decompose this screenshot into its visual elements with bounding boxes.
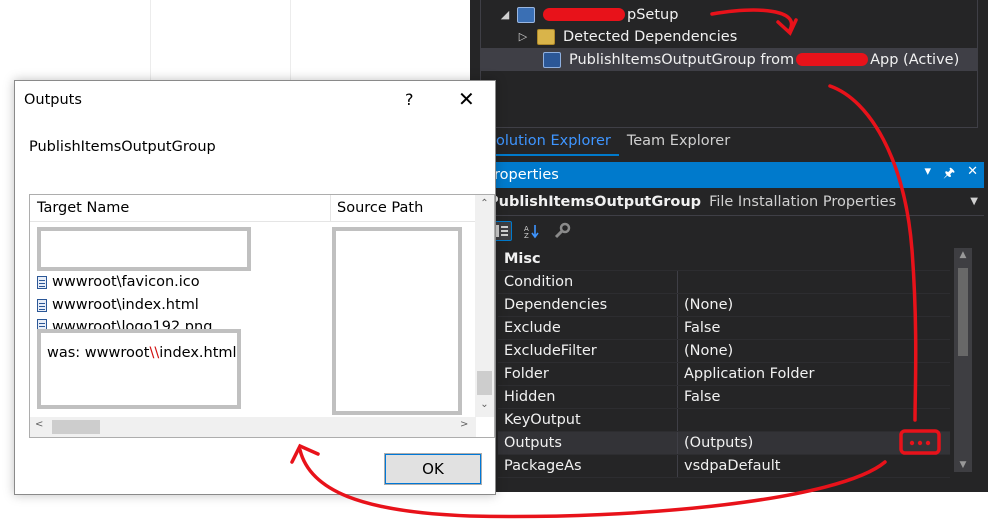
properties-toolbar: AZ — [488, 216, 984, 246]
svg-text:Z: Z — [524, 232, 529, 239]
property-pages-icon[interactable] — [552, 221, 572, 241]
property-row[interactable]: PackageAs vsdpaDefault — [498, 455, 950, 478]
list-horizontal-scrollbar[interactable]: < > — [30, 417, 476, 437]
tree-item-label: pSetup — [627, 6, 679, 23]
scroll-right-icon[interactable]: > — [460, 419, 468, 430]
expand-arrow-icon[interactable]: ◢ — [497, 8, 513, 21]
property-category[interactable]: Misc — [498, 248, 950, 271]
background-divider — [150, 0, 151, 82]
solution-explorer-tree: ◢ pSetup ▷ Detected Dependencies Publish… — [480, 0, 978, 128]
scrollbar-thumb[interactable] — [52, 420, 100, 434]
background-divider — [290, 0, 291, 82]
annotation-note: was: wwwroot\\index.html — [47, 345, 237, 361]
window-menu-icon[interactable]: ▾ — [925, 164, 932, 186]
property-row[interactable]: Exclude False — [498, 317, 950, 340]
dialog-title: Outputs — [24, 92, 82, 108]
tab-team-explorer[interactable]: Team Explorer — [619, 128, 738, 156]
tree-item-detected-dependencies[interactable]: ▷ Detected Dependencies — [515, 25, 737, 48]
scroll-down-icon[interactable]: ⌄ — [475, 399, 494, 410]
alphabetical-icon[interactable]: AZ — [522, 221, 542, 241]
chevron-down-icon[interactable]: ▼ — [970, 196, 978, 207]
list-item-label: wwwroot\favicon.ico — [52, 274, 200, 290]
outputs-dialog: Outputs ? ✕ PublishItemsOutputGroup Targ… — [14, 80, 496, 495]
list-item[interactable]: wwwroot\logo192.png — [37, 319, 212, 329]
properties-title-bar: roperties ▾ 🖈 ✕ — [488, 162, 984, 188]
output-group-icon — [543, 51, 561, 68]
list-item[interactable]: wwwroot\index.html — [37, 297, 199, 313]
property-row[interactable]: KeyOutput — [498, 409, 950, 432]
list-item[interactable]: wwwroot\favicon.ico — [37, 274, 200, 290]
scroll-left-icon[interactable]: < — [35, 419, 43, 430]
column-header-target-name[interactable]: Target Name — [37, 200, 129, 216]
list-item-label: wwwroot\logo192.png — [52, 319, 213, 329]
column-header-source-path[interactable]: Source Path — [337, 200, 423, 216]
tree-item-setup-project[interactable]: ◢ pSetup — [497, 3, 678, 26]
tab-solution-explorer[interactable]: olution Explorer — [480, 128, 619, 156]
close-icon[interactable]: ✕ — [967, 164, 978, 186]
annotation-prefix: was: wwwroot — [47, 345, 150, 361]
property-row[interactable]: ExcludeFilter (None) — [498, 340, 950, 363]
annotation-box: was: wwwroot\\index.html — [37, 329, 241, 409]
property-grid: Misc Condition Dependencies (None) Exclud… — [498, 248, 950, 478]
tree-item-label: PublishItemsOutputGroup from — [569, 51, 795, 68]
property-row-outputs[interactable]: Outputs (Outputs) — [498, 432, 950, 455]
list-item-label: wwwroot\index.html — [52, 297, 199, 313]
ok-button[interactable]: OK — [384, 453, 482, 485]
annotation-box — [37, 227, 251, 271]
properties-title: roperties — [494, 167, 559, 183]
properties-window: roperties ▾ 🖈 ✕ PublishItemsOutputGroup … — [488, 162, 984, 492]
redaction-mark — [543, 8, 625, 21]
annotation-slashes: \\ — [149, 345, 160, 361]
setup-project-icon — [517, 6, 535, 23]
outputs-list[interactable]: Target Name Source Path wwwroot\favicon.… — [29, 194, 495, 438]
scrollbar-thumb[interactable] — [958, 268, 968, 356]
annotation-box — [332, 227, 462, 415]
help-icon[interactable]: ? — [405, 90, 414, 109]
property-row[interactable]: Hidden False — [498, 386, 950, 409]
tree-item-publish-items-output-group[interactable]: PublishItemsOutputGroup from App (Active… — [481, 48, 977, 71]
object-name: PublishItemsOutputGroup — [488, 193, 702, 210]
scrollbar-thumb[interactable] — [477, 371, 492, 395]
annotation-suffix: index.html — [159, 345, 237, 361]
file-icon — [37, 319, 47, 329]
list-vertical-scrollbar[interactable]: ⌃ ⌄ — [475, 195, 494, 417]
expand-arrow-icon[interactable]: ▷ — [515, 30, 531, 43]
visual-studio-panel: ◢ pSetup ▷ Detected Dependencies Publish… — [470, 0, 988, 492]
close-icon[interactable]: ✕ — [458, 87, 475, 111]
column-separator[interactable] — [330, 195, 331, 222]
property-row[interactable]: Condition — [498, 271, 950, 294]
file-icon — [37, 275, 47, 289]
properties-scrollbar[interactable]: ▲ ▼ — [954, 248, 972, 472]
property-row[interactable]: Dependencies (None) — [498, 294, 950, 317]
object-type: File Installation Properties — [709, 193, 897, 210]
properties-object-selector[interactable]: PublishItemsOutputGroup File Installatio… — [488, 188, 984, 216]
redaction-mark — [796, 53, 869, 66]
tree-item-label: Detected Dependencies — [563, 28, 738, 45]
scroll-up-icon[interactable]: ⌃ — [475, 198, 494, 209]
folder-icon — [537, 28, 555, 45]
tree-item-label: App (Active) — [870, 51, 960, 68]
property-row[interactable]: Folder Application Folder — [498, 363, 950, 386]
file-icon — [37, 298, 47, 312]
scroll-down-icon[interactable]: ▼ — [954, 460, 972, 470]
explorer-tabs: olution Explorer Team Explorer — [480, 128, 978, 156]
pin-icon[interactable]: 🖈 — [943, 164, 955, 186]
screenshot-root: ◢ pSetup ▷ Detected Dependencies Publish… — [0, 0, 988, 526]
list-header: Target Name Source Path — [30, 195, 476, 222]
scroll-up-icon[interactable]: ▲ — [954, 250, 972, 260]
output-group-name: PublishItemsOutputGroup — [29, 139, 216, 155]
